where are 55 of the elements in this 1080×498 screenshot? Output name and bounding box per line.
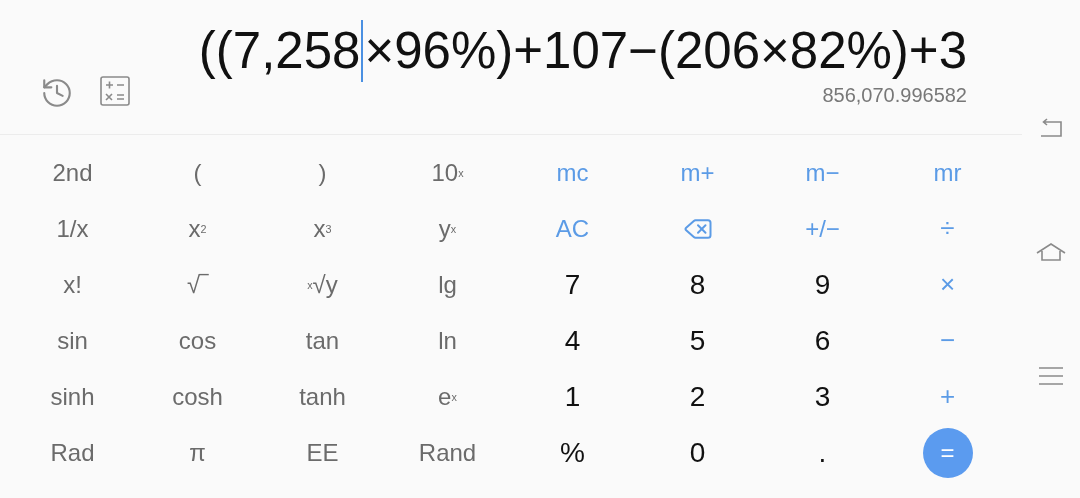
- calculator-key[interactable]: 10$^{x}$: [431, 158, 464, 188]
- calculator-key[interactable]: e$^{x}$: [438, 382, 457, 412]
- calculator-key[interactable]: 3: [814, 380, 831, 414]
- calculator-key[interactable]: +/−: [805, 214, 840, 244]
- calculator-key[interactable]: ÷: [940, 213, 955, 245]
- calculator-key[interactable]: sin: [57, 326, 88, 356]
- calculator-key[interactable]: cos: [178, 326, 217, 356]
- text-cursor: [361, 20, 364, 82]
- calculator-key[interactable]: ×: [939, 269, 956, 301]
- calculator-key[interactable]: m−: [805, 158, 840, 188]
- back-icon[interactable]: [1039, 118, 1063, 138]
- calculator-key[interactable]: sinh: [50, 382, 95, 412]
- calculator-key[interactable]: %: [560, 436, 585, 470]
- calculator-key[interactable]: ): [318, 158, 327, 188]
- calculator-key[interactable]: mr: [933, 158, 962, 188]
- calculator-key[interactable]: Rand: [418, 438, 477, 468]
- calculator-key[interactable]: √‾: [186, 270, 209, 300]
- result-text: 856,070.996582: [822, 84, 967, 107]
- calculator-operations-icon[interactable]: [100, 76, 130, 106]
- calculator-key[interactable]: x$^{2}$: [188, 214, 207, 244]
- calculator-key[interactable]: x!: [63, 270, 82, 300]
- calculator-key[interactable]: m+: [680, 158, 715, 188]
- calculator-key[interactable]: x$^{3}$: [313, 214, 332, 244]
- calculator-key[interactable]: π: [189, 438, 206, 468]
- calculator-key[interactable]: tan: [305, 326, 340, 356]
- calculator-key[interactable]: Rad: [50, 438, 95, 468]
- equals-button[interactable]: =: [922, 428, 973, 478]
- calculator-key[interactable]: cosh: [172, 382, 223, 412]
- home-icon[interactable]: [1036, 242, 1066, 262]
- calculator-key[interactable]: 8: [689, 268, 706, 302]
- calculator-key[interactable]: EE: [306, 438, 339, 468]
- history-icon[interactable]: [40, 76, 74, 110]
- calculator-key[interactable]: 1/x: [56, 214, 89, 244]
- calculator-key[interactable]: 9: [814, 268, 831, 302]
- calculator-key[interactable]: 0: [689, 436, 706, 470]
- calculator-key[interactable]: 6: [814, 324, 831, 358]
- calculator-key[interactable]: mc: [556, 158, 589, 188]
- calculator-key[interactable]: 2nd: [52, 158, 93, 188]
- calculator-key[interactable]: −: [939, 325, 956, 357]
- calculator-key[interactable]: AC: [555, 214, 590, 244]
- calculator-key[interactable]: 2: [689, 380, 706, 414]
- menu-icon[interactable]: [1039, 366, 1063, 386]
- expression-field[interactable]: ((7,258×96%)+107−(206×82%)+3: [198, 20, 967, 82]
- calculator-key[interactable]: 7: [564, 268, 581, 302]
- calculator-key[interactable]: .: [818, 436, 827, 470]
- calculator-key[interactable]: (: [193, 158, 202, 188]
- calculator-key[interactable]: lg: [438, 270, 457, 300]
- calculator-key[interactable]: +: [939, 381, 956, 413]
- calculator-key[interactable]: ln: [438, 326, 457, 356]
- calculator-key[interactable]: y$^{x}$: [438, 214, 457, 244]
- calculator-key[interactable]: 1: [564, 380, 581, 414]
- calculator-key[interactable]: $^{x}$√y: [307, 270, 338, 300]
- calculator-key[interactable]: tanh: [299, 382, 346, 412]
- calculator-key[interactable]: 4: [564, 324, 581, 358]
- calculator-key[interactable]: 5: [689, 324, 706, 358]
